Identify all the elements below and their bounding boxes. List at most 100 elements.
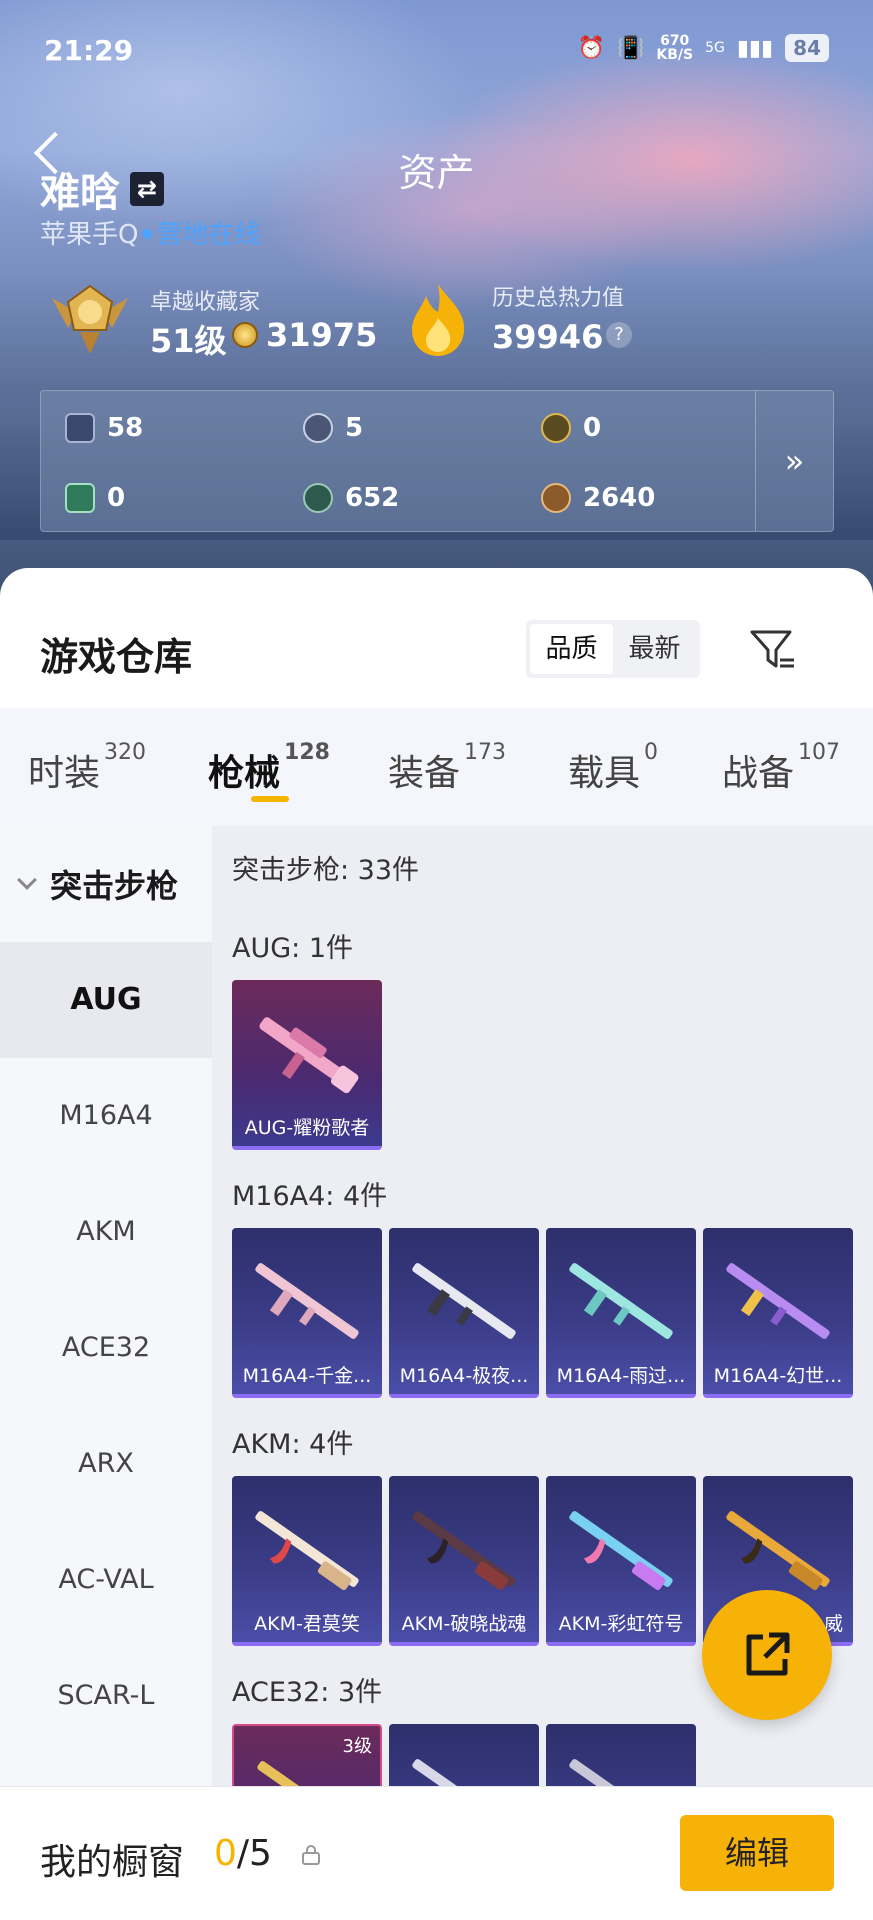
sidebar-item-akm[interactable]: AKM (0, 1174, 212, 1290)
tab-count: 173 (464, 740, 507, 765)
currency-item: 5 (303, 413, 363, 443)
sidebar-item-m16a4[interactable]: M16A4 (0, 1058, 212, 1174)
tab-equipment[interactable]: 装备173 (388, 740, 506, 796)
rank-label: 卓越收藏家 (150, 290, 261, 315)
rifle-icon (569, 1263, 673, 1339)
category-tabs: 时装320 枪械128 装备173 载具0 战备107 (0, 708, 873, 836)
tab-count: 0 (644, 740, 659, 765)
share-icon (746, 1632, 790, 1676)
group-title-m16a4: M16A4: 4件 (232, 1181, 388, 1212)
rifle-icon (255, 1511, 359, 1591)
weapon-card-label: AKM-彩虹符号 (558, 1613, 684, 1635)
rifle-icon (412, 1511, 516, 1591)
battery-icon: 84 (785, 34, 829, 62)
weapon-card-label: M16A4-幻世... (713, 1365, 843, 1387)
switch-account-icon[interactable]: ⇄ (130, 172, 164, 206)
filter-icon[interactable] (748, 626, 796, 674)
currency-item: 58 (65, 413, 143, 443)
sidebar-category[interactable]: 突击步枪 (0, 826, 212, 942)
sidebar-item-arx[interactable]: ARX (0, 1406, 212, 1522)
weapon-card[interactable]: M16A4-幻世... (703, 1228, 853, 1398)
active-tab-indicator (251, 796, 289, 802)
warehouse-header: 游戏仓库 品质 最新 (0, 568, 873, 708)
weapon-card[interactable]: M16A4-雨过... (546, 1228, 696, 1398)
currency-value: 0 (107, 483, 126, 513)
currency-value: 652 (345, 483, 400, 513)
tab-label: 枪械 (208, 753, 281, 794)
showcase-count-current: 0 (214, 1833, 237, 1874)
green-ticket-icon (65, 483, 95, 513)
sidebar-category-label: 突击步枪 (50, 867, 179, 905)
sort-quality-button[interactable]: 品质 (530, 624, 613, 674)
currency-value: 5 (345, 413, 364, 443)
status-time: 21:29 (44, 34, 134, 67)
weapon-card-label: M16A4-千金... (242, 1365, 372, 1387)
username: 难晗 ⇄ (40, 160, 164, 218)
weapon-card[interactable]: 3级 (232, 1724, 382, 1786)
network-speed-unit: KB/S (656, 47, 694, 63)
currency-panel: 58 5 0 0 652 2640 » (40, 390, 834, 532)
tab-label: 时装 (28, 753, 101, 794)
more-currency-button[interactable]: » (755, 391, 833, 531)
tab-count: 107 (798, 740, 841, 765)
alarm-icon: ⏰ (577, 35, 605, 61)
username-text: 难晗 (40, 170, 120, 216)
sidebar-item-ac-val[interactable]: AC-VAL (0, 1522, 212, 1638)
weapon-card[interactable]: AUG-耀粉歌者 (232, 980, 382, 1150)
rifle-icon (257, 1761, 361, 1786)
tab-vehicles[interactable]: 载具0 (568, 740, 658, 796)
weapon-sidebar: 突击步枪 AUG M16A4 AKM ACE32 ARX AC-VAL SCAR… (0, 826, 212, 1796)
collector-medal-icon (52, 284, 128, 354)
heat-label: 历史总热力值 (492, 286, 625, 311)
currency-item: 2640 (541, 483, 655, 513)
signal-icon: ▮▮▮ (736, 35, 774, 61)
showcase-count: 0/5 (214, 1833, 272, 1874)
rifle-icon (412, 1263, 516, 1339)
currency-item: 0 (541, 413, 601, 443)
weapon-card[interactable]: AKM-破晓战魂 (389, 1476, 539, 1646)
weapon-card[interactable]: AKM-彩虹符号 (546, 1476, 696, 1646)
status-bar: 21:29 ⏰ 📳 670 KB/S 5G ▮▮▮ 84 (44, 30, 829, 70)
sidebar-item-scar-l[interactable]: SCAR-L (0, 1638, 212, 1754)
bronze-coin-icon (541, 483, 571, 513)
silver-coin-icon (303, 413, 333, 443)
rifle-icon (726, 1263, 830, 1339)
platform-info: 苹果手Q 营地在线 (40, 214, 260, 251)
tab-label: 载具 (568, 753, 641, 794)
double-chevron-icon: » (784, 442, 805, 480)
sort-newest-button[interactable]: 最新 (613, 624, 696, 674)
group-title-akm: AKM: 4件 (232, 1429, 354, 1460)
sidebar-item-ace32[interactable]: ACE32 (0, 1290, 212, 1406)
heat-value: 39946 (492, 318, 604, 356)
help-icon[interactable]: ? (606, 322, 632, 348)
currency-item: 0 (65, 483, 125, 513)
weapon-card[interactable] (389, 1724, 539, 1786)
vibrate-icon: 📳 (616, 35, 645, 61)
weapon-card[interactable]: M16A4-极夜... (389, 1228, 539, 1398)
card-ticket-icon (65, 413, 95, 443)
tab-supplies[interactable]: 战备107 (722, 740, 840, 796)
weapon-card-label: M16A4-雨过... (556, 1365, 686, 1387)
gold-badge-icon (541, 413, 571, 443)
coin-icon (232, 322, 258, 348)
tab-count: 128 (284, 740, 330, 765)
currency-item: 652 (303, 483, 399, 513)
online-status: 营地在线 (156, 220, 261, 250)
tab-count: 320 (104, 740, 147, 765)
tab-fashion[interactable]: 时装320 (28, 740, 146, 796)
showcase-count-total: /5 (236, 1833, 272, 1874)
weapon-card[interactable] (546, 1724, 696, 1786)
rifle-icon (259, 1017, 359, 1094)
showcase-bar: 我的橱窗 0/5 编辑 (0, 1786, 873, 1920)
tab-firearms[interactable]: 枪械128 (208, 740, 330, 796)
platform-name: 苹果手Q (40, 220, 139, 250)
weapon-card[interactable]: AKM-君莫笑 (232, 1476, 382, 1646)
sidebar-item-aug[interactable]: AUG (0, 942, 212, 1058)
online-dot-icon (142, 229, 153, 239)
rifle-icon (726, 1511, 830, 1591)
network-type: 5G (705, 40, 725, 56)
network-speed: 670 KB/S (656, 34, 693, 62)
share-button[interactable] (702, 1590, 832, 1720)
edit-button[interactable]: 编辑 (680, 1815, 834, 1891)
weapon-card[interactable]: M16A4-千金... (232, 1228, 382, 1398)
